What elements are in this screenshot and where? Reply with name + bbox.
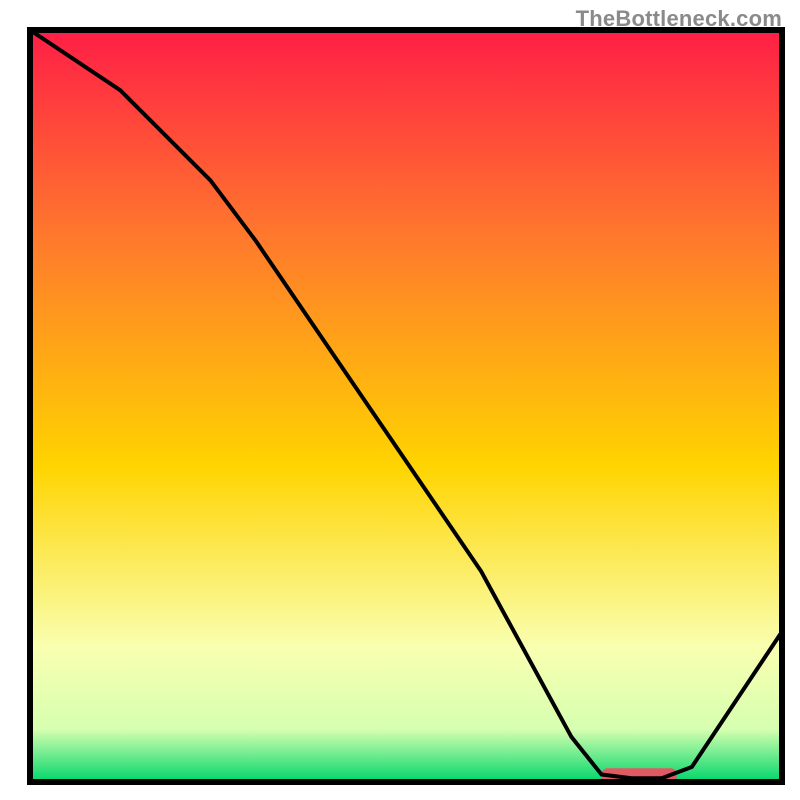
gradient-background [30,30,782,782]
bottleneck-chart [0,0,800,800]
chart-frame: TheBottleneck.com [0,0,800,800]
